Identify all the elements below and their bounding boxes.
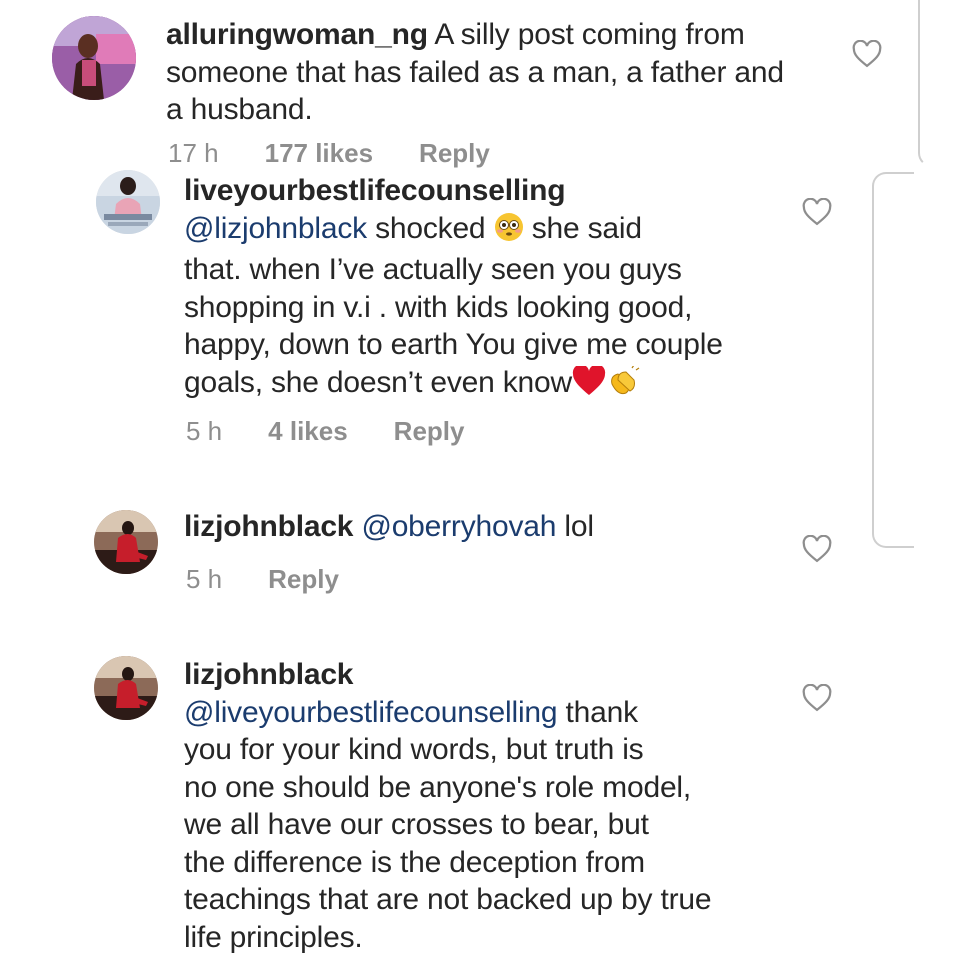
reply-button[interactable]: Reply [394, 416, 465, 447]
comment-meta: 17 h 177 likes Reply [168, 138, 490, 169]
thread-line-top [918, 0, 960, 167]
comment-text: alluringwoman_ng A silly post coming fro… [166, 16, 846, 129]
comment-username[interactable]: lizjohnblack [184, 658, 353, 691]
mention-link[interactable]: @oberryhovah [361, 510, 556, 543]
clapping-hands-emoji [606, 364, 640, 406]
comment-text: lizjohnblack @oberryhovah lol [184, 508, 824, 546]
comment-body-line: teachings that are not backed up by true [184, 883, 712, 916]
comment-body-line: no one should be anyone's role model, [184, 770, 692, 804]
comment-body: thank [565, 695, 639, 729]
avatar[interactable] [94, 656, 158, 720]
comment-username[interactable]: alluringwoman_ng [166, 18, 428, 51]
comment-text: lizjohnblack @liveyourbestlifecounsellin… [184, 656, 824, 956]
comment-meta: 5 h 4 likes Reply [186, 416, 464, 447]
reply-button[interactable]: Reply [268, 564, 339, 595]
comment-body-line: that. when I’ve actually seen you guys [184, 253, 682, 286]
comment-body-line: you for your kind words, but truth is [184, 733, 644, 766]
avatar-image [94, 656, 158, 720]
thread-line-reply [872, 172, 914, 548]
heart-outline-icon[interactable] [802, 535, 832, 563]
comment-meta: 5 h Reply [186, 564, 339, 595]
mention-link[interactable]: @lizjohnblack [184, 212, 367, 245]
red-heart-emoji [572, 363, 606, 406]
comment-body-line: a husband. [166, 93, 313, 126]
heart-outline-icon[interactable] [852, 40, 882, 68]
avatar[interactable] [52, 16, 136, 100]
comment-body-line: shopping in v.i . with kids looking good… [184, 290, 693, 324]
heart-outline-icon[interactable] [802, 684, 832, 712]
comment-time: 17 h [168, 138, 219, 168]
comment-text: liveyourbestlifecounselling @lizjohnblac… [184, 172, 864, 405]
comment-body: she said [531, 211, 642, 245]
comment-body-line: someone that has failed as a man, a fath… [166, 55, 784, 89]
comment-body-line: we all have our crosses to bear, but [184, 808, 649, 841]
comment-username[interactable]: lizjohnblack [184, 510, 353, 543]
comment-body: lol [564, 510, 594, 543]
comment-body-line: life principles. [184, 920, 363, 954]
mention-link[interactable]: @liveyourbestlifecounselling [184, 696, 558, 729]
comment-time: 5 h [186, 416, 223, 446]
avatar-image [96, 170, 160, 234]
avatar-image [94, 510, 158, 574]
likes-count[interactable]: 4 likes [268, 416, 348, 447]
comment-body-line: A silly post coming from [434, 18, 745, 51]
comment-body: shocked [375, 211, 486, 245]
avatar-image [52, 16, 136, 100]
avatar[interactable] [94, 510, 158, 574]
reply-button[interactable]: Reply [419, 138, 490, 169]
avatar[interactable] [96, 170, 160, 234]
flushed-face-emoji [494, 212, 524, 252]
comment-time: 5 h [186, 564, 223, 594]
comment-body-line: happy, down to earth You give me couple [184, 328, 723, 361]
comment-body-line: the difference is the deception from [184, 845, 645, 879]
comment-username[interactable]: liveyourbestlifecounselling [184, 174, 566, 207]
likes-count[interactable]: 177 likes [265, 138, 373, 169]
heart-outline-icon[interactable] [802, 198, 832, 226]
comment-body-line: goals, she doesn’t even know [184, 365, 572, 399]
